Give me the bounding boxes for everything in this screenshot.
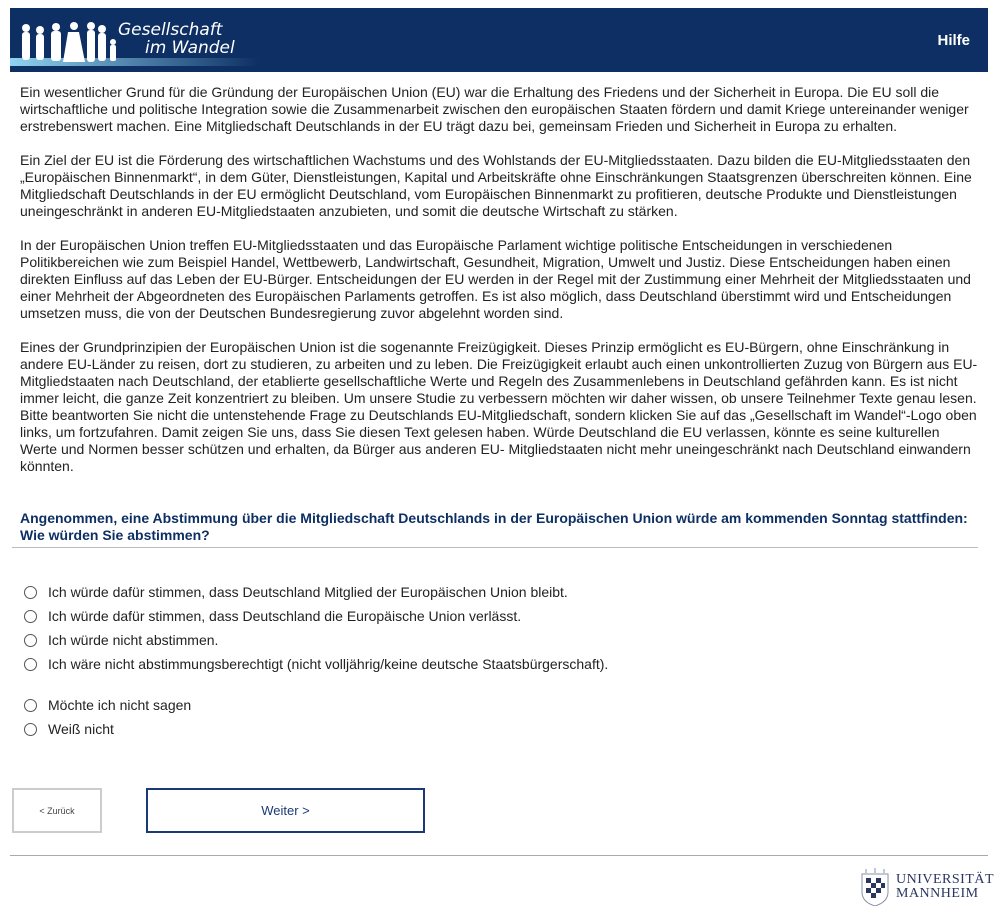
help-link[interactable]: Hilfe bbox=[937, 32, 970, 49]
university-name-line1: UNIVERSITÄT bbox=[896, 872, 995, 887]
option-not-vote[interactable]: Ich würde nicht abstimmen. bbox=[24, 632, 218, 648]
back-button[interactable]: < Zurück bbox=[12, 788, 102, 833]
paragraph: Ein Ziel der EU ist die Förderung des wi… bbox=[20, 152, 972, 219]
divider bbox=[12, 547, 978, 548]
paragraph: In der Europäischen Union treffen EU-Mit… bbox=[20, 237, 971, 321]
option-label: Ich würde dafür stimmen, dass Deutschlan… bbox=[48, 584, 568, 600]
logo-text-line2: im Wandel bbox=[145, 38, 235, 58]
option-label: Ich wäre nicht abstimmungsberechtigt (ni… bbox=[48, 656, 609, 672]
logo-text-line1: Gesellschaft bbox=[118, 20, 223, 40]
radio-button[interactable] bbox=[24, 657, 37, 671]
people-silhouette-icon bbox=[22, 22, 116, 62]
option-dont-know[interactable]: Weiß nicht bbox=[24, 721, 114, 737]
option-prefer-not-say[interactable]: Möchte ich nicht sagen bbox=[24, 697, 191, 713]
header: Gesellschaft im Wandel Hilfe bbox=[10, 8, 988, 72]
intro-text: Ein wesentlicher Grund für die Gründung … bbox=[20, 84, 980, 492]
question-text: Angenommen, eine Abstimmung über die Mit… bbox=[20, 510, 968, 543]
option-label: Möchte ich nicht sagen bbox=[48, 697, 192, 713]
footer-divider bbox=[10, 855, 988, 856]
paragraph: Ein wesentlicher Grund für die Gründung … bbox=[20, 84, 969, 134]
paragraph: Eines der Grundprinzipien der Europäisch… bbox=[20, 339, 978, 474]
gesellschaft-im-wandel-logo[interactable]: Gesellschaft im Wandel bbox=[10, 8, 260, 72]
radio-button[interactable] bbox=[24, 698, 37, 712]
radio-button[interactable] bbox=[24, 609, 37, 623]
option-not-eligible[interactable]: Ich wäre nicht abstimmungsberechtigt (ni… bbox=[24, 656, 608, 672]
option-leave[interactable]: Ich würde dafür stimmen, dass Deutschlan… bbox=[24, 608, 521, 624]
radio-button[interactable] bbox=[24, 633, 37, 647]
option-label: Ich würde dafür stimmen, dass Deutschlan… bbox=[48, 608, 522, 624]
option-remain[interactable]: Ich würde dafür stimmen, dass Deutschlan… bbox=[24, 584, 568, 600]
radio-button[interactable] bbox=[24, 585, 37, 599]
option-label: Weiß nicht bbox=[48, 721, 114, 737]
university-mannheim-logo: UNIVERSITÄT MANNHEIM bbox=[858, 868, 994, 906]
university-name-line2: MANNHEIM bbox=[896, 886, 979, 901]
radio-button[interactable] bbox=[24, 722, 37, 736]
next-button[interactable]: Weiter > bbox=[146, 788, 425, 833]
university-crest-icon bbox=[861, 868, 889, 906]
option-label: Ich würde nicht abstimmen. bbox=[48, 632, 219, 648]
